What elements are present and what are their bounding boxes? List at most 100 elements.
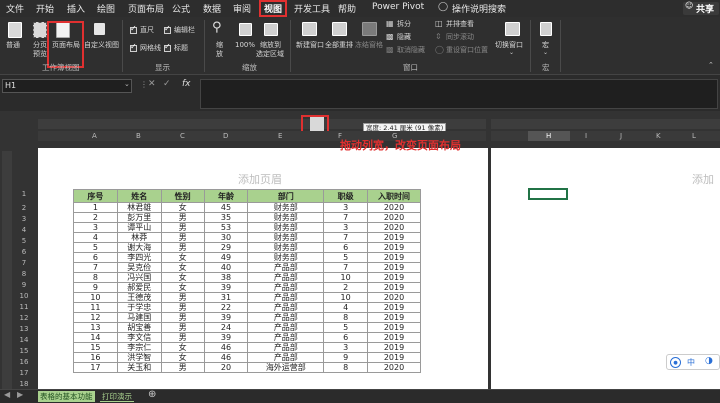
cell-department[interactable]: 产品部 <box>247 332 325 343</box>
cell-gender[interactable]: 女 <box>160 272 205 283</box>
column-header-i[interactable]: I <box>585 132 587 140</box>
cell-level[interactable]: 5 <box>323 252 369 263</box>
tab-formulas[interactable]: 公式 <box>172 2 190 15</box>
cell-level[interactable]: 2 <box>323 282 369 293</box>
column-header-e[interactable]: E <box>278 132 282 140</box>
side-by-side-button[interactable]: 并排查看 <box>446 20 474 29</box>
cancel-icon[interactable]: ✕ <box>148 79 156 89</box>
cell-age[interactable]: 45 <box>203 202 249 213</box>
cell-gender[interactable]: 女 <box>160 202 205 213</box>
header-cell-gender[interactable]: 性别 <box>160 189 205 203</box>
cell-age[interactable]: 46 <box>203 342 249 353</box>
row-header[interactable]: 17 <box>14 369 34 377</box>
normal-view-button[interactable]: 普通 <box>6 41 20 50</box>
row-header[interactable]: 10 <box>14 292 34 300</box>
cell-age[interactable]: 46 <box>203 352 249 363</box>
cell-gender[interactable]: 男 <box>160 332 205 343</box>
column-header-a[interactable]: A <box>92 132 97 140</box>
cell-department[interactable]: 产品部 <box>247 352 325 363</box>
cell-hire-year[interactable]: 2020 <box>367 362 421 373</box>
row-header[interactable]: 3 <box>14 215 34 223</box>
cell-level[interactable]: 3 <box>323 202 369 213</box>
cell-no[interactable]: 12 <box>73 312 118 323</box>
cell-department[interactable]: 财务部 <box>247 252 325 263</box>
add-sheet-icon[interactable]: ⊕ <box>148 389 156 400</box>
cell-level[interactable]: 8 <box>323 312 369 323</box>
cell-name[interactable]: 洪学智 <box>116 352 162 363</box>
cell-hire-year[interactable]: 2019 <box>367 242 421 253</box>
cell-no[interactable]: 9 <box>73 282 118 293</box>
cell-hire-year[interactable]: 2019 <box>367 312 421 323</box>
tab-help[interactable]: 帮助 <box>338 2 356 15</box>
cell-level[interactable]: 6 <box>323 242 369 253</box>
column-header-j[interactable]: J <box>620 132 622 140</box>
header-cell-department[interactable]: 部门 <box>247 189 325 203</box>
insert-function-icon[interactable]: fx <box>182 79 191 89</box>
cell-age[interactable]: 22 <box>203 302 249 313</box>
row-header[interactable]: 9 <box>14 281 34 289</box>
add-header-placeholder-right[interactable]: 添加 <box>692 171 714 187</box>
ime-punctuation-icon[interactable]: ◑ <box>705 356 713 366</box>
chevron-down-icon[interactable]: ⌄ <box>124 80 130 88</box>
header-cell-name[interactable]: 姓名 <box>116 189 162 203</box>
cell-no[interactable]: 15 <box>73 342 118 353</box>
headings-checkbox[interactable] <box>164 42 171 52</box>
cell-hire-year[interactable]: 2020 <box>367 222 421 233</box>
row-header[interactable]: 16 <box>14 358 34 366</box>
cell-name[interactable]: 于学忠 <box>116 302 162 313</box>
name-box[interactable]: H1 <box>2 79 132 93</box>
cell-gender[interactable]: 女 <box>160 342 205 353</box>
cell-age[interactable]: 30 <box>203 232 249 243</box>
cell-hire-year[interactable]: 2019 <box>367 272 421 283</box>
cell-gender[interactable]: 女 <box>160 252 205 263</box>
cell-no[interactable]: 16 <box>73 352 118 363</box>
cell-name[interactable]: 谭平山 <box>116 222 162 233</box>
cell-name[interactable]: 李四光 <box>116 252 162 263</box>
row-header[interactable]: 5 <box>14 237 34 245</box>
cell-gender[interactable]: 男 <box>160 222 205 233</box>
cell-department[interactable]: 财务部 <box>247 232 325 243</box>
cell-department[interactable]: 产品部 <box>247 262 325 273</box>
custom-views-button[interactable]: 自定义视图 <box>84 41 119 50</box>
cell-name[interactable]: 吴克俭 <box>116 262 162 273</box>
cell-no[interactable]: 8 <box>73 272 118 283</box>
cell-department[interactable]: 产品部 <box>247 302 325 313</box>
cell-level[interactable]: 5 <box>323 322 369 333</box>
cell-no[interactable]: 5 <box>73 242 118 253</box>
tab-power-pivot[interactable]: Power Pivot <box>372 2 424 12</box>
sheet-tab-print-demo[interactable]: 打印演示 <box>100 391 134 402</box>
cell-name[interactable]: 王德茂 <box>116 292 162 303</box>
cell-hire-year[interactable]: 2019 <box>367 352 421 363</box>
cell-level[interactable]: 7 <box>323 212 369 223</box>
sheet-tab-basics[interactable]: 表格的基本功能 <box>38 391 95 402</box>
cell-gender[interactable]: 女 <box>160 282 205 293</box>
cell-gender[interactable]: 男 <box>160 232 205 243</box>
cell-hire-year[interactable]: 2019 <box>367 232 421 243</box>
cell-no[interactable]: 3 <box>73 222 118 233</box>
ime-toolbar[interactable]: ● 中 ◑ <box>666 354 720 370</box>
cell-department[interactable]: 产品部 <box>247 312 325 323</box>
unhide-button[interactable]: 取消隐藏 <box>397 46 425 55</box>
cell-age[interactable]: 38 <box>203 272 249 283</box>
cell-name[interactable]: 胡宝善 <box>116 322 162 333</box>
cell-age[interactable]: 39 <box>203 312 249 323</box>
header-cell-level[interactable]: 职级 <box>323 189 369 203</box>
cell-level[interactable]: 6 <box>323 332 369 343</box>
hide-button[interactable]: 隐藏 <box>397 33 411 42</box>
row-header[interactable]: 8 <box>14 270 34 278</box>
selected-cell-h1[interactable] <box>528 188 568 200</box>
row-header[interactable]: 13 <box>14 325 34 333</box>
cell-hire-year[interactable]: 2019 <box>367 302 421 313</box>
ime-chinese-mode[interactable]: 中 <box>687 357 695 368</box>
cell-no[interactable]: 1 <box>73 202 118 213</box>
tab-review[interactable]: 审阅 <box>233 2 251 15</box>
cell-hire-year[interactable]: 2019 <box>367 252 421 263</box>
enter-icon[interactable]: ✓ <box>163 79 171 89</box>
row-header[interactable]: 11 <box>14 303 34 311</box>
column-header-l[interactable]: L <box>692 132 696 140</box>
cell-hire-year[interactable]: 2020 <box>367 292 421 303</box>
zoom-100-button[interactable]: 100% <box>235 41 255 50</box>
cell-no[interactable]: 4 <box>73 232 118 243</box>
row-header[interactable]: 1 <box>14 190 34 198</box>
cell-no[interactable]: 13 <box>73 322 118 333</box>
